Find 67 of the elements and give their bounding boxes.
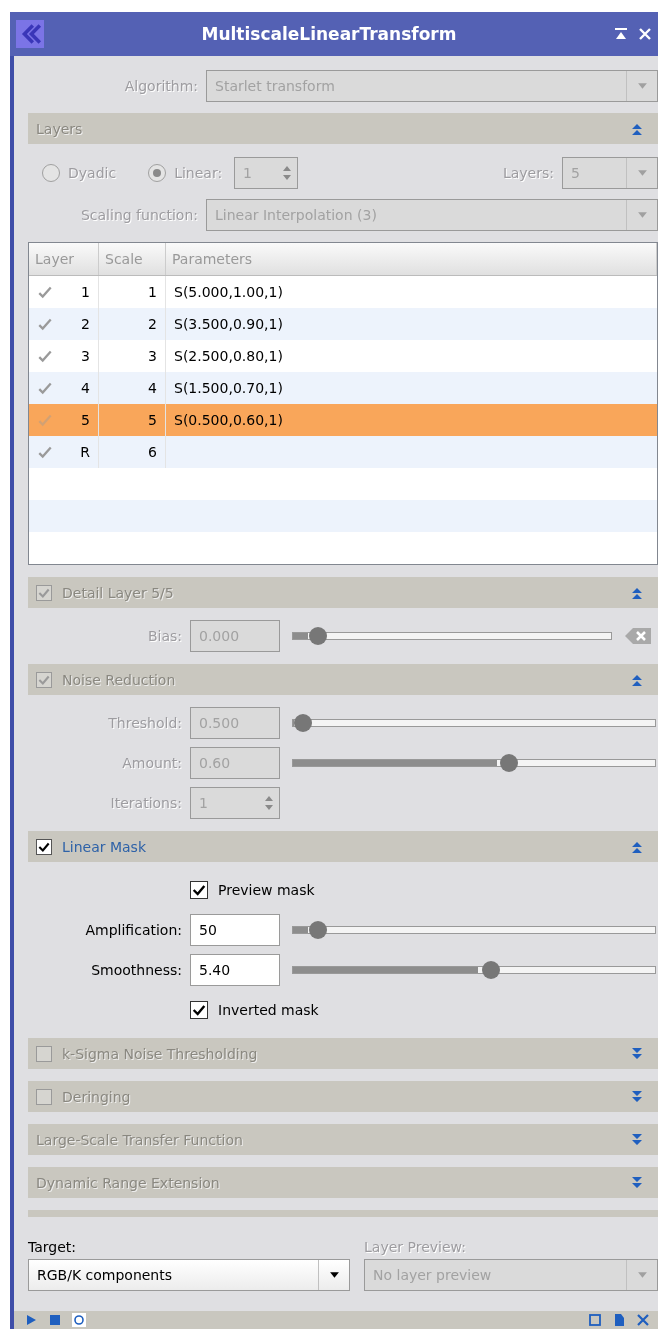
section-title: k-Sigma Noise Thresholding [62, 1045, 259, 1062]
layer-preview-label: Layer Preview: [364, 1239, 467, 1255]
slider[interactable] [290, 627, 614, 645]
parameter-label: Bias: [146, 628, 182, 644]
parameter-label: Threshold: [107, 715, 182, 731]
layers-label: Layers: [502, 165, 554, 181]
table-cell: 5 [81, 412, 90, 428]
section-title: Dynamic Range Extension [36, 1174, 221, 1191]
app-icon[interactable] [16, 20, 44, 48]
document-icon[interactable] [612, 1313, 626, 1327]
dropdown-arrow-icon[interactable] [328, 1271, 340, 1279]
circle-icon[interactable] [72, 1313, 86, 1327]
section-title: Large-Scale Transfer Function [36, 1131, 244, 1148]
slider-thumb[interactable] [308, 921, 327, 939]
checkbox-label: Inverted mask [218, 1002, 319, 1018]
table-cell: 5 [148, 412, 157, 428]
table-cell: R [80, 444, 90, 460]
section-title: Deringing [62, 1088, 132, 1105]
table-cell: 2 [81, 316, 90, 332]
shade-icon[interactable] [614, 27, 628, 41]
radio-label: Dyadic [68, 165, 117, 181]
table-cell: 6 [148, 444, 157, 460]
checkbox-label: Preview mask [218, 882, 315, 898]
table-cell: S(5.000,1.00,1) [174, 284, 283, 300]
reset-icon[interactable] [636, 1313, 650, 1327]
window-icon[interactable] [588, 1313, 602, 1327]
section-title: Linear Mask [62, 838, 148, 855]
window-title: MultiscaleLinearTransform [200, 24, 458, 44]
slider[interactable] [290, 754, 658, 772]
parameter-label: Amplification: [84, 922, 182, 938]
play-icon[interactable] [24, 1313, 38, 1327]
table-cell: 4 [81, 380, 90, 396]
section-header[interactable]: Linear Mask [28, 831, 658, 862]
table-cell: 2 [148, 316, 157, 332]
table-cell: 3 [81, 348, 90, 364]
square-icon[interactable] [48, 1313, 62, 1327]
table-cell: S(3.500,0.90,1) [174, 316, 283, 332]
target-dropdown[interactable]: RGB/K components [28, 1259, 350, 1291]
radio-label: Linear: [174, 165, 223, 181]
slider[interactable] [290, 714, 658, 732]
table-cell: 3 [148, 348, 157, 364]
table-cell: S(2.500,0.80,1) [174, 348, 283, 364]
value-field[interactable]: 5.40 [190, 954, 280, 986]
parameter-label: Amount: [121, 755, 182, 771]
section-title: Noise Reduction [62, 671, 177, 688]
section-checkbox[interactable] [36, 838, 52, 855]
parameter-label: Smoothness: [90, 962, 182, 978]
checkbox[interactable] [190, 881, 208, 899]
target-label: Target: [28, 1239, 78, 1255]
parameter-label: Iterations: [109, 795, 182, 811]
value-field[interactable]: 50 [190, 914, 280, 946]
scaling-label: Scaling function: [79, 207, 199, 223]
checkbox[interactable] [190, 1001, 208, 1019]
slider[interactable] [290, 961, 658, 979]
slider[interactable] [290, 921, 658, 939]
spin-arrows-icon[interactable] [282, 165, 293, 181]
table-cell: 1 [148, 284, 157, 300]
section-title: Layers [36, 120, 84, 137]
algorithm-label: Algorithm: [123, 78, 199, 94]
table-cell: 1 [81, 284, 90, 300]
table-cell: S(0.500,0.60,1) [174, 412, 283, 428]
collapse-icon[interactable] [630, 839, 644, 854]
table-cell: S(1.500,0.70,1) [174, 380, 283, 396]
close-icon[interactable] [638, 27, 652, 41]
section-title: Detail Layer 5/5 [62, 584, 175, 601]
table-cell: 4 [148, 380, 157, 396]
slider-thumb[interactable] [481, 961, 500, 979]
